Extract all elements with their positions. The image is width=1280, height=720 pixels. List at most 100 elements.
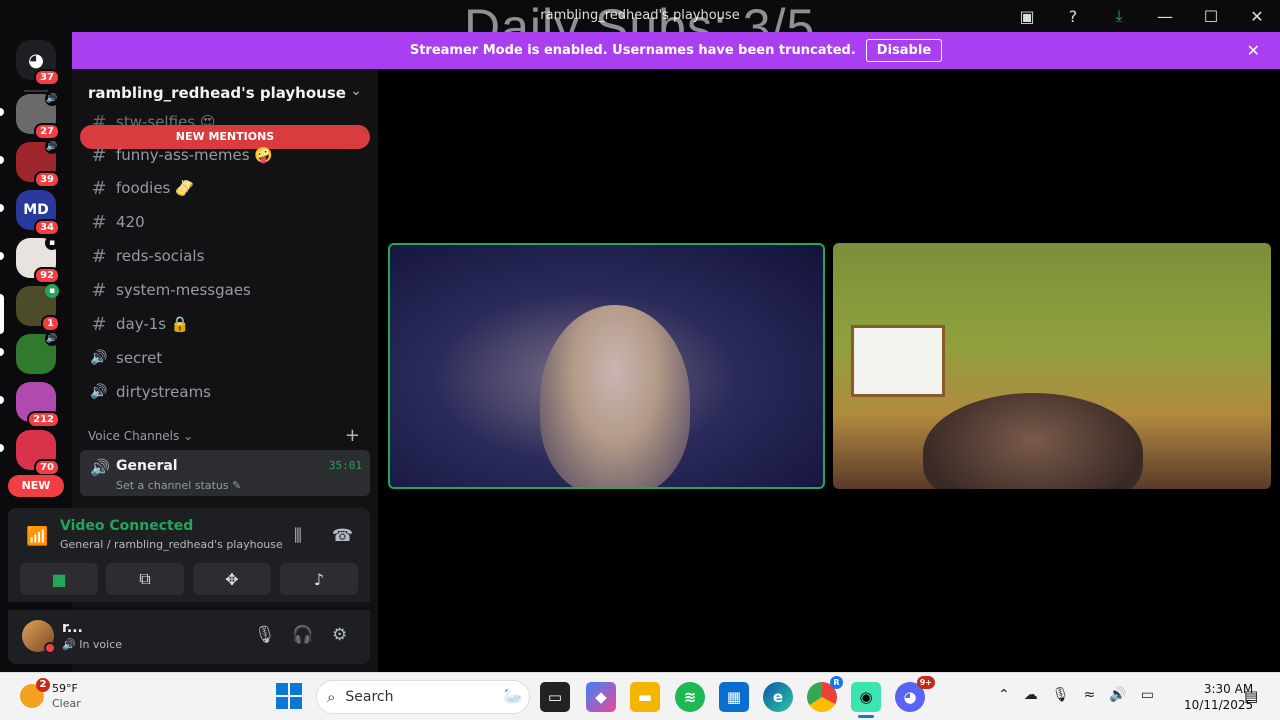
video-connected-label: Video Connected: [60, 518, 194, 534]
temperature: 59°F: [52, 682, 78, 695]
hash-icon: #: [91, 144, 107, 166]
chat-app-icon[interactable]: ◉: [851, 682, 881, 712]
edge-icon[interactable]: e: [763, 682, 793, 712]
disconnect-icon[interactable]: ☎: [332, 526, 353, 546]
camera-icon: ▪: [45, 236, 59, 250]
search-highlight-icon: 🦢: [503, 686, 523, 705]
volume-icon[interactable]: 🔊: [1109, 687, 1126, 703]
server-icon[interactable]: 70: [16, 430, 60, 476]
voice-channels-header[interactable]: Voice Channels ⌄: [88, 429, 193, 443]
hash-icon: #: [91, 313, 107, 335]
notification-icon[interactable]: ▤: [1244, 687, 1258, 705]
server-badge: 70: [34, 459, 60, 476]
home-button[interactable]: ◕ 37: [16, 40, 60, 86]
taskbar-search[interactable]: ⌕ Search 🦢: [316, 680, 530, 714]
server-badge: 92: [34, 267, 60, 284]
copilot-icon[interactable]: ◆: [586, 682, 616, 712]
discord-badge: 9+: [916, 676, 935, 689]
speaker-icon: 🔊: [90, 384, 108, 400]
channel-item[interactable]: # system-messgaes: [88, 275, 250, 305]
weather-widget[interactable]: 2 59°F Clear: [20, 678, 81, 711]
microphone-icon[interactable]: 🎙: [1052, 687, 1070, 703]
weather-condition: Clear: [52, 697, 81, 710]
gear-icon[interactable]: ⚙: [332, 625, 347, 645]
screen-share-icon[interactable]: ▣: [1004, 0, 1050, 32]
channel-item[interactable]: # funny-ass-memes 🤪: [88, 140, 273, 170]
weather-badge: 2: [36, 678, 50, 692]
streamer-mode-banner: Streamer Mode is enabled. Usernames have…: [72, 32, 1280, 69]
user-status: 🔊 In voice: [62, 638, 123, 651]
user-panel: r... 🔊 In voice 🎙 🎧 ⚙: [8, 610, 370, 664]
chevron-down-icon[interactable]: ⌄: [350, 83, 362, 99]
speaker-icon: 🔊: [90, 458, 110, 477]
channel-item[interactable]: 🔊 secret: [88, 343, 162, 373]
server-icon[interactable]: MD 34: [16, 190, 60, 236]
server-icon[interactable]: 212: [16, 382, 60, 428]
avatar[interactable]: [22, 620, 56, 654]
noise-suppression-icon[interactable]: ⫼: [294, 526, 302, 546]
weather-icon: 2: [20, 678, 50, 708]
active-voice-channel[interactable]: 🔊 General Set a channel status ✎ 35:01: [80, 450, 370, 496]
server-icon[interactable]: ▪ 92: [16, 236, 60, 284]
task-view-icon[interactable]: ▭: [540, 682, 570, 712]
file-explorer-icon[interactable]: ▬: [630, 682, 660, 712]
channel-item[interactable]: # day-1s 🔒: [88, 309, 189, 339]
banner-close-icon[interactable]: ✕: [1247, 41, 1260, 60]
add-channel-icon[interactable]: +: [345, 425, 360, 446]
soundboard-icon: ♪: [313, 569, 325, 589]
active-app-indicator: [858, 715, 874, 718]
chrome-profile-badge: R: [830, 676, 843, 689]
video-feed: [540, 305, 690, 487]
maximize-icon[interactable]: ☐: [1188, 0, 1234, 32]
server-icon-active[interactable]: ▪ 1: [16, 284, 60, 332]
new-unreads-pill[interactable]: NEW: [8, 475, 64, 497]
speaker-icon: 🔊: [45, 332, 59, 346]
screen-share-button[interactable]: ⧉: [106, 563, 184, 595]
windows-start-icon[interactable]: [276, 683, 302, 709]
voice-location[interactable]: General / rambling_redhead's playhouse: [60, 538, 283, 551]
channel-status[interactable]: Set a channel status ✎: [116, 479, 241, 492]
channel-item[interactable]: #420: [88, 207, 144, 237]
home-badge: 37: [34, 69, 60, 86]
signal-icon[interactable]: 📶: [26, 526, 48, 547]
speaker-icon: 🔊: [45, 140, 59, 154]
chevron-up-icon[interactable]: ⌃: [998, 687, 1010, 703]
channel-item[interactable]: # foodies 🫔: [88, 173, 193, 203]
headphones-icon[interactable]: 🎧: [292, 625, 313, 645]
wifi-icon[interactable]: ≈: [1084, 687, 1096, 703]
help-icon[interactable]: ?: [1050, 0, 1096, 32]
spotify-icon[interactable]: ≋: [675, 682, 705, 712]
battery-icon[interactable]: ▭: [1141, 687, 1154, 703]
voice-timer: 35:01: [328, 459, 362, 472]
video-tile[interactable]: [388, 243, 825, 489]
chevron-down-icon: ⌄: [183, 429, 194, 443]
download-icon[interactable]: ⤓: [1096, 0, 1142, 32]
microphone-icon[interactable]: 🎙: [254, 625, 276, 645]
server-icon[interactable]: 🔊 27: [16, 92, 60, 140]
discord-icon[interactable]: ◕ 9+: [895, 676, 935, 712]
server-badge: 34: [34, 219, 60, 236]
server-icon[interactable]: 🔊: [16, 332, 59, 374]
username[interactable]: r...: [62, 620, 83, 636]
video-tile[interactable]: [833, 243, 1271, 489]
activities-icon: ✥: [225, 569, 239, 589]
server-icon[interactable]: 🔊 39: [16, 140, 60, 188]
store-icon[interactable]: ▦: [719, 682, 749, 712]
camera-button[interactable]: ■: [20, 563, 98, 595]
server-badge: 39: [34, 171, 60, 188]
speaker-icon: 🔊: [90, 350, 108, 366]
soundboard-button[interactable]: ♪: [280, 563, 358, 595]
server-badge: 27: [34, 123, 60, 140]
minimize-icon[interactable]: —: [1142, 0, 1188, 32]
unread-pill: [0, 156, 4, 164]
activities-button[interactable]: ✥: [193, 563, 271, 595]
close-icon[interactable]: ✕: [1234, 0, 1280, 32]
onedrive-icon[interactable]: ☁: [1024, 687, 1038, 703]
chrome-icon[interactable]: R: [807, 676, 843, 712]
server-name[interactable]: rambling_redhead's playhouse: [88, 84, 346, 102]
channel-item[interactable]: 🔊 dirtystreams: [88, 377, 211, 407]
clock[interactable]: 3:30 AM 10/11/2025: [1184, 681, 1253, 713]
channel-item[interactable]: # reds-socials: [88, 241, 204, 271]
speaker-icon: 🔊: [45, 92, 59, 106]
disable-streamer-mode-button[interactable]: Disable: [865, 39, 943, 62]
